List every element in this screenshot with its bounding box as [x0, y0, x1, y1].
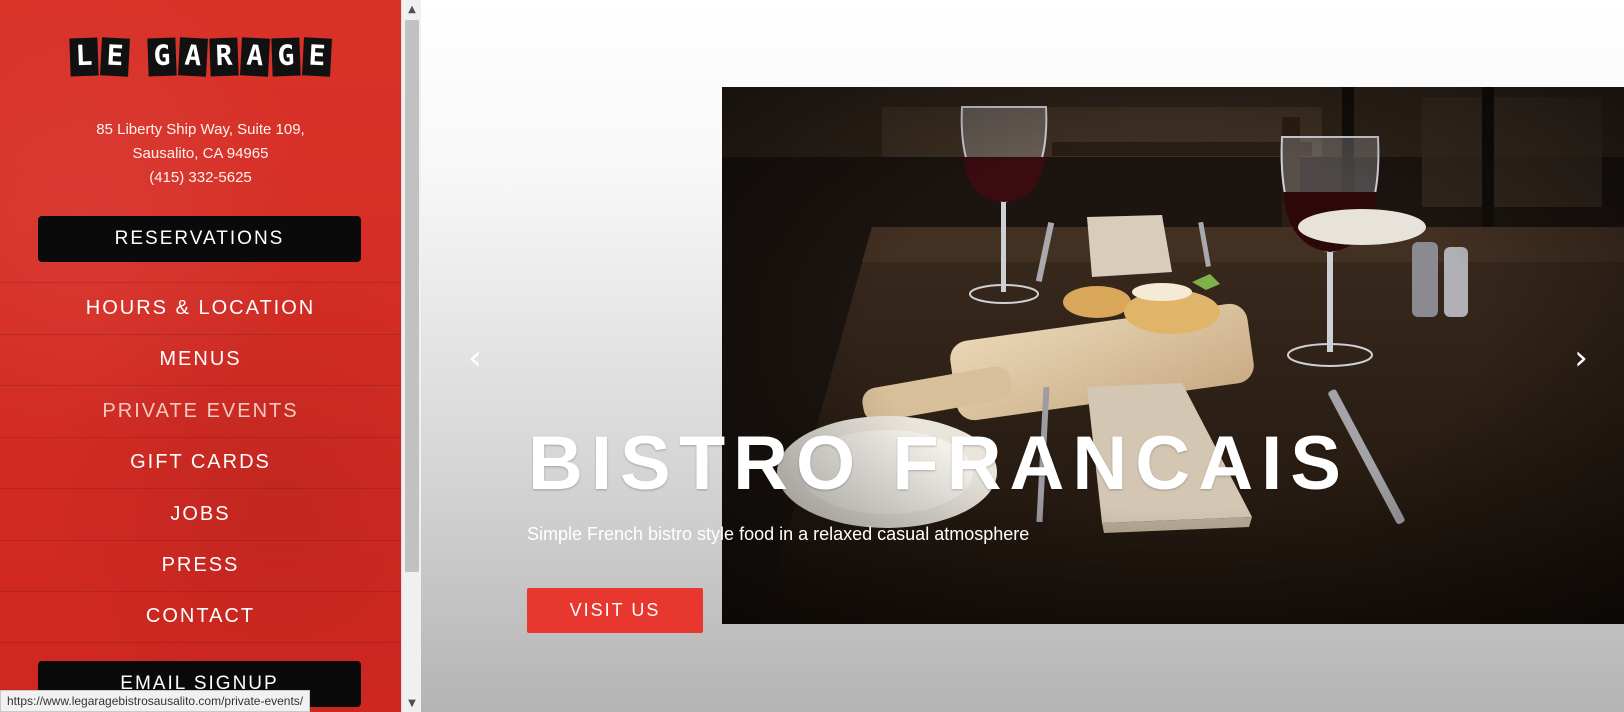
address-line-street: 85 Liberty Ship Way, Suite 109,: [96, 121, 305, 138]
logo-letter: G: [147, 37, 177, 77]
status-bar-url: https://www.legaragebistrosausalito.com/…: [0, 690, 311, 712]
site-logo[interactable]: LE GARAGE: [0, 37, 401, 77]
nav-item-private-events[interactable]: PRIVATE EVENTS: [0, 385, 401, 437]
reservations-button[interactable]: RESERVATIONS: [38, 216, 361, 262]
visit-us-button[interactable]: VISIT US: [527, 588, 703, 633]
nav-item-press[interactable]: PRESS: [0, 539, 401, 592]
chevron-up-icon[interactable]: ▲: [402, 0, 422, 18]
logo-letter: L: [69, 37, 99, 77]
logo-letter: A: [178, 37, 208, 77]
hero-title: BISTRO FRANCAIS: [528, 421, 1349, 506]
nav-item-gift-cards[interactable]: GIFT CARDS: [0, 436, 401, 489]
logo-letter: R: [209, 37, 239, 77]
nav-item-menus[interactable]: MENUS: [0, 333, 401, 386]
logo-letter: E: [100, 37, 130, 77]
nav-item-jobs[interactable]: JOBS: [0, 488, 401, 540]
logo-letter: G: [271, 37, 301, 77]
nav-item-contact[interactable]: CONTACT: [0, 591, 401, 643]
logo-word-garage: GARAGE: [147, 37, 332, 77]
logo-word-le: LE: [69, 37, 130, 77]
restaurant-address: 85 Liberty Ship Way, Suite 109, Sausalit…: [0, 118, 401, 190]
nav-item-hours-and-location[interactable]: HOURS & LOCATION: [0, 282, 401, 334]
hero-subtitle: Simple French bistro style food in a rel…: [527, 524, 1030, 544]
chevron-right-icon[interactable]: ›: [1561, 338, 1601, 378]
sidebar-scrollbar[interactable]: ▲ ▼: [401, 0, 421, 712]
chevron-down-icon[interactable]: ▼: [402, 694, 422, 712]
hero-carousel: ‹ › BISTRO FRANCAIS Simple French bistro…: [421, 0, 1624, 712]
sidebar: LE GARAGE 85 Liberty Ship Way, Suite 109…: [0, 0, 401, 712]
logo-letter: E: [302, 37, 332, 77]
main-navigation: HOURS & LOCATION MENUS PRIVATE EVENTS GIFT …: [0, 282, 401, 643]
scrollbar-thumb[interactable]: [405, 20, 419, 572]
address-line-city: Sausalito, CA 94965: [132, 145, 269, 162]
chevron-left-icon[interactable]: ‹: [455, 338, 495, 378]
phone-number[interactable]: (415) 332-5625: [0, 166, 401, 190]
logo-letter: A: [240, 37, 270, 77]
